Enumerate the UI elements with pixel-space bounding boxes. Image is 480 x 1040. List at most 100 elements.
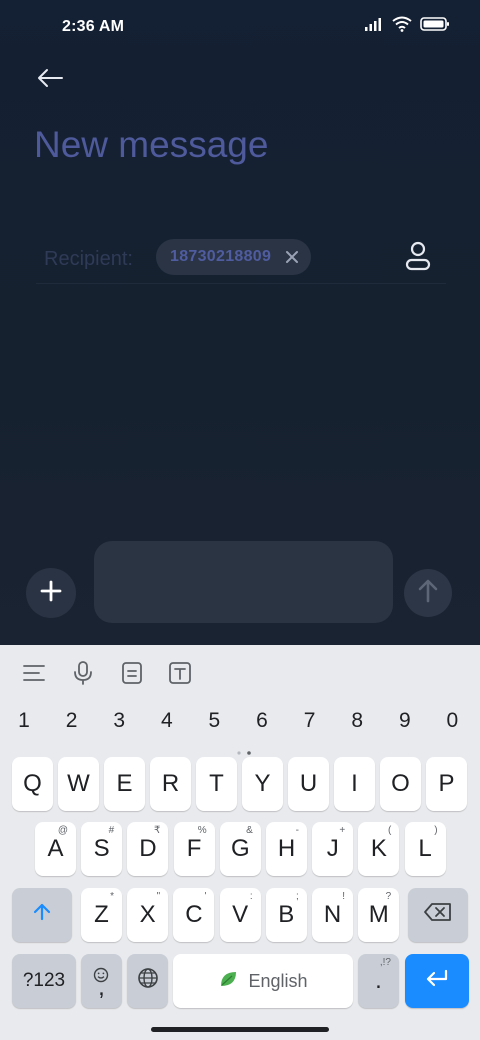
key-a[interactable]: A @ — [35, 822, 76, 876]
key-e[interactable]: E — [104, 757, 145, 811]
key-p[interactable]: P — [426, 757, 467, 811]
emoji-icon — [93, 962, 109, 990]
text-format-icon[interactable] — [166, 659, 194, 687]
number-key[interactable]: 9 — [385, 709, 425, 733]
key-h[interactable]: H- — [266, 822, 307, 876]
key-hint: : — [249, 891, 253, 902]
key-hint: * — [110, 891, 114, 902]
recipient-label: Recipient: — [44, 248, 133, 270]
arrow-left-icon — [36, 68, 64, 93]
number-row: 1234567890 — [0, 709, 480, 737]
globe-key[interactable] — [127, 954, 168, 1008]
arrow-up-icon — [416, 578, 440, 609]
key-l[interactable]: L) — [404, 822, 446, 876]
key-label: Q — [23, 770, 42, 797]
number-key[interactable]: 2 — [52, 709, 92, 733]
key-hint: ' — [204, 891, 207, 902]
emoji-comma-key[interactable]: , — [81, 954, 122, 1008]
messaging-app: 2:36 AM New message Recipient: 187302188… — [0, 0, 480, 645]
number-key[interactable]: 3 — [99, 709, 139, 733]
key-s[interactable]: S # — [81, 822, 123, 876]
key-label: D — [139, 835, 157, 862]
key-x[interactable]: X " — [127, 888, 169, 942]
key-hint: ; — [296, 891, 299, 902]
send-button[interactable] — [404, 569, 452, 617]
key-y[interactable]: Y — [242, 757, 283, 811]
message-input[interactable] — [94, 541, 393, 623]
key-label: L — [418, 835, 432, 862]
key-k[interactable]: K( — [358, 822, 400, 876]
key-c[interactable]: C ' — [173, 888, 215, 942]
recipient-row: Recipient: 18730218809 — [36, 236, 446, 284]
backspace-key[interactable] — [408, 888, 468, 942]
key-label: I — [351, 770, 358, 797]
key-j[interactable]: J + — [312, 822, 354, 876]
key-i[interactable]: I — [334, 757, 375, 811]
period-label: . — [375, 967, 382, 994]
key-o[interactable]: O — [380, 757, 421, 811]
key-g[interactable]: G & — [219, 822, 261, 876]
symbols-key[interactable]: ?123 — [12, 954, 76, 1008]
key-r[interactable]: R — [150, 757, 191, 811]
key-d[interactable]: D ₹ — [127, 822, 169, 876]
number-key[interactable]: 0 — [432, 709, 472, 733]
menu-lines-icon[interactable] — [20, 659, 48, 687]
add-attachment-button[interactable] — [26, 568, 76, 618]
key-hint: % — [197, 825, 207, 836]
back-button[interactable] — [30, 62, 70, 98]
space-label-group: English — [218, 969, 308, 994]
period-hint: ,!? — [379, 957, 391, 968]
key-t[interactable]: T — [196, 757, 237, 811]
key-label: W — [67, 770, 90, 797]
key-label: E — [116, 770, 133, 797]
key-label: M — [368, 901, 389, 928]
period-key[interactable]: ,!?. — [358, 954, 399, 1008]
number-key[interactable]: 4 — [147, 709, 187, 733]
key-m[interactable]: M? — [358, 888, 400, 942]
key-w[interactable]: W — [58, 757, 99, 811]
key-label: N — [323, 901, 342, 928]
number-key[interactable]: 6 — [242, 709, 282, 733]
key-z[interactable]: Z * — [81, 888, 122, 942]
microphone-icon[interactable] — [69, 659, 97, 687]
key-b[interactable]: B; — [265, 888, 307, 942]
key-n[interactable]: N! — [312, 888, 353, 942]
enter-key[interactable] — [405, 954, 469, 1008]
key-label: J — [326, 835, 339, 862]
key-hint: + — [339, 825, 346, 836]
key-hint: " — [156, 891, 161, 902]
key-label: A — [47, 835, 64, 862]
space-key[interactable]: English — [173, 954, 353, 1008]
key-label: F — [186, 835, 202, 862]
message-compose-box[interactable] — [94, 541, 393, 623]
key-label: P — [438, 770, 455, 797]
shift-key[interactable] — [12, 888, 72, 942]
status-time: 2:36 AM — [62, 18, 125, 35]
number-key[interactable]: 5 — [194, 709, 234, 733]
space-language-label: English — [248, 970, 308, 991]
number-key[interactable]: 1 — [4, 709, 44, 733]
key-label: S — [93, 835, 110, 862]
status-bar: 2:36 AM — [0, 0, 480, 56]
key-u[interactable]: U — [288, 757, 329, 811]
home-indicator[interactable] — [151, 1027, 329, 1032]
key-hint: & — [246, 825, 253, 836]
number-key[interactable]: 7 — [290, 709, 330, 733]
key-hint: ( — [388, 825, 392, 836]
key-label: X — [139, 901, 156, 928]
key-v[interactable]: V: — [219, 888, 261, 942]
number-key[interactable]: 8 — [337, 709, 377, 733]
symbols-label: ?123 — [22, 970, 66, 991]
key-hint: # — [108, 825, 115, 836]
close-icon[interactable] — [283, 248, 301, 266]
key-label: B — [278, 901, 295, 928]
recipient-chip[interactable]: 18730218809 — [156, 239, 312, 275]
key-f[interactable]: F% — [173, 822, 215, 876]
key-q[interactable]: Q — [12, 757, 53, 811]
key-label: O — [391, 770, 410, 797]
key-hint: ) — [434, 825, 438, 836]
contacts-button[interactable] — [398, 238, 438, 278]
clipboard-icon[interactable] — [118, 659, 146, 687]
key-label: Y — [254, 770, 271, 797]
shift-arrow-icon — [32, 901, 52, 929]
